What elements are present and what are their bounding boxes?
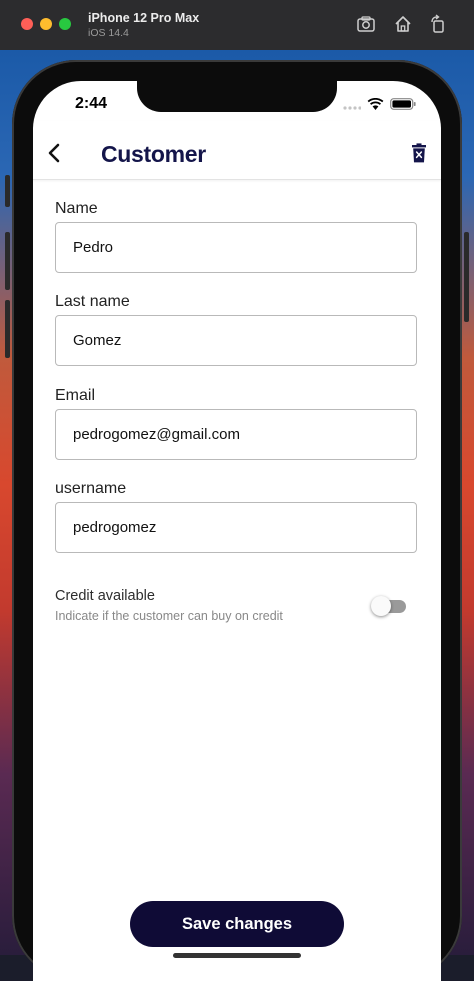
email-field[interactable]: pedrogomez@gmail.com [55, 409, 417, 460]
zoom-window-button[interactable] [59, 18, 71, 30]
app-header: Customer [33, 121, 441, 180]
close-window-button[interactable] [21, 18, 33, 30]
chevron-left-icon[interactable] [45, 141, 65, 165]
minimize-window-button[interactable] [40, 18, 52, 30]
signal-icon [343, 97, 362, 115]
email-label: Email [55, 387, 96, 404]
simulator-titlebar: iPhone 12 Pro Max iOS 14.4 [0, 0, 474, 51]
simulator-os-version: iOS 14.4 [88, 27, 129, 39]
home-indicator [173, 953, 301, 958]
app-screen: 2:44 Customer Name Pedro Last name Gomez… [33, 81, 441, 981]
username-field[interactable]: pedrogomez [55, 502, 417, 553]
status-icons [343, 97, 416, 115]
username-value: pedrogomez [73, 519, 157, 536]
last-name-value: Gomez [73, 332, 122, 349]
status-time: 2:44 [75, 95, 108, 112]
name-label: Name [55, 200, 98, 217]
notch [137, 81, 337, 112]
last-name-field[interactable]: Gomez [55, 315, 417, 366]
trash-icon[interactable] [411, 143, 427, 163]
email-value: pedrogomez@gmail.com [73, 426, 240, 443]
credit-title: Credit available [55, 588, 155, 604]
power-button [464, 232, 469, 322]
screenshot-icon[interactable] [356, 14, 376, 34]
rotate-icon[interactable] [428, 14, 448, 34]
wifi-icon [367, 97, 384, 115]
page-title: Customer [101, 141, 206, 167]
name-field[interactable]: Pedro [55, 222, 417, 273]
home-icon[interactable] [393, 14, 413, 34]
volume-down-button [5, 300, 10, 358]
save-changes-button[interactable]: Save changes [130, 901, 344, 947]
username-label: username [55, 480, 127, 497]
ring-switch [5, 175, 10, 207]
battery-icon [390, 97, 416, 115]
credit-toggle-thumb[interactable] [371, 596, 391, 616]
name-value: Pedro [73, 239, 114, 256]
volume-up-button [5, 232, 10, 290]
last-name-label: Last name [55, 293, 130, 310]
credit-description: Indicate if the customer can buy on cred… [55, 609, 283, 623]
simulator-device-name: iPhone 12 Pro Max [88, 11, 200, 25]
